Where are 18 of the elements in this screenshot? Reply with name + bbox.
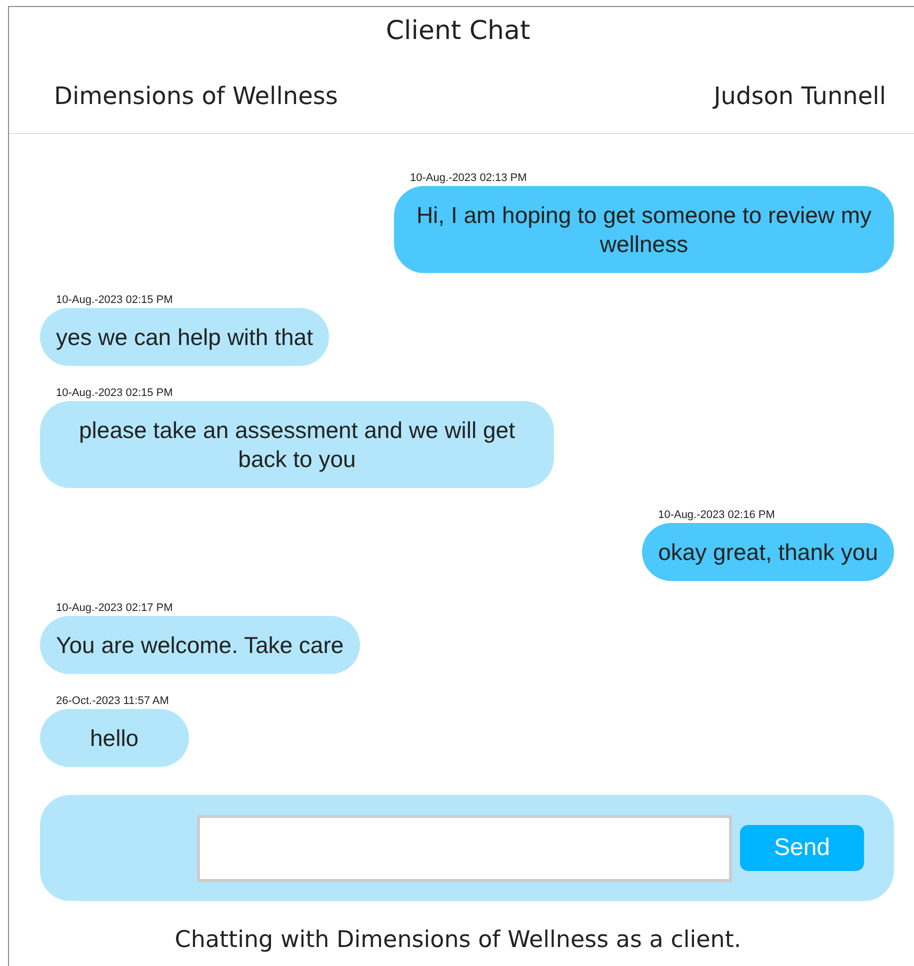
chat-title: Client Chat <box>384 15 532 46</box>
message-bubble: please take an assessment and we will get back to you <box>40 401 554 488</box>
message-bubble: hello <box>40 709 189 767</box>
message-time: 26-Oct.-2023 11:57 AM <box>55 695 170 709</box>
message-bubble: You are welcome. Take care <box>40 616 360 674</box>
client-name: Judson Tunnell <box>714 82 886 112</box>
message-bubble: Hi, I am hoping to get someone to review my wellness <box>394 186 894 273</box>
message-time: 10-Aug.-2023 02:15 PM <box>55 294 174 308</box>
footer-text: Chatting with Dimensions of Wellness as a client. <box>174 927 742 953</box>
message-time: 10-Aug.-2023 02:15 PM <box>55 387 174 401</box>
message-bubble: okay great, thank you <box>642 523 894 581</box>
message-bubble: yes we can help with that <box>40 308 329 366</box>
organization-name: Dimensions of Wellness <box>54 82 338 112</box>
message-time: 10-Aug.-2023 02:13 PM <box>409 172 528 186</box>
message-time: 10-Aug.-2023 02:17 PM <box>55 602 174 616</box>
message-time: 10-Aug.-2023 02:16 PM <box>657 509 776 523</box>
send-button[interactable]: Send <box>740 825 864 871</box>
message-input[interactable] <box>197 814 732 882</box>
